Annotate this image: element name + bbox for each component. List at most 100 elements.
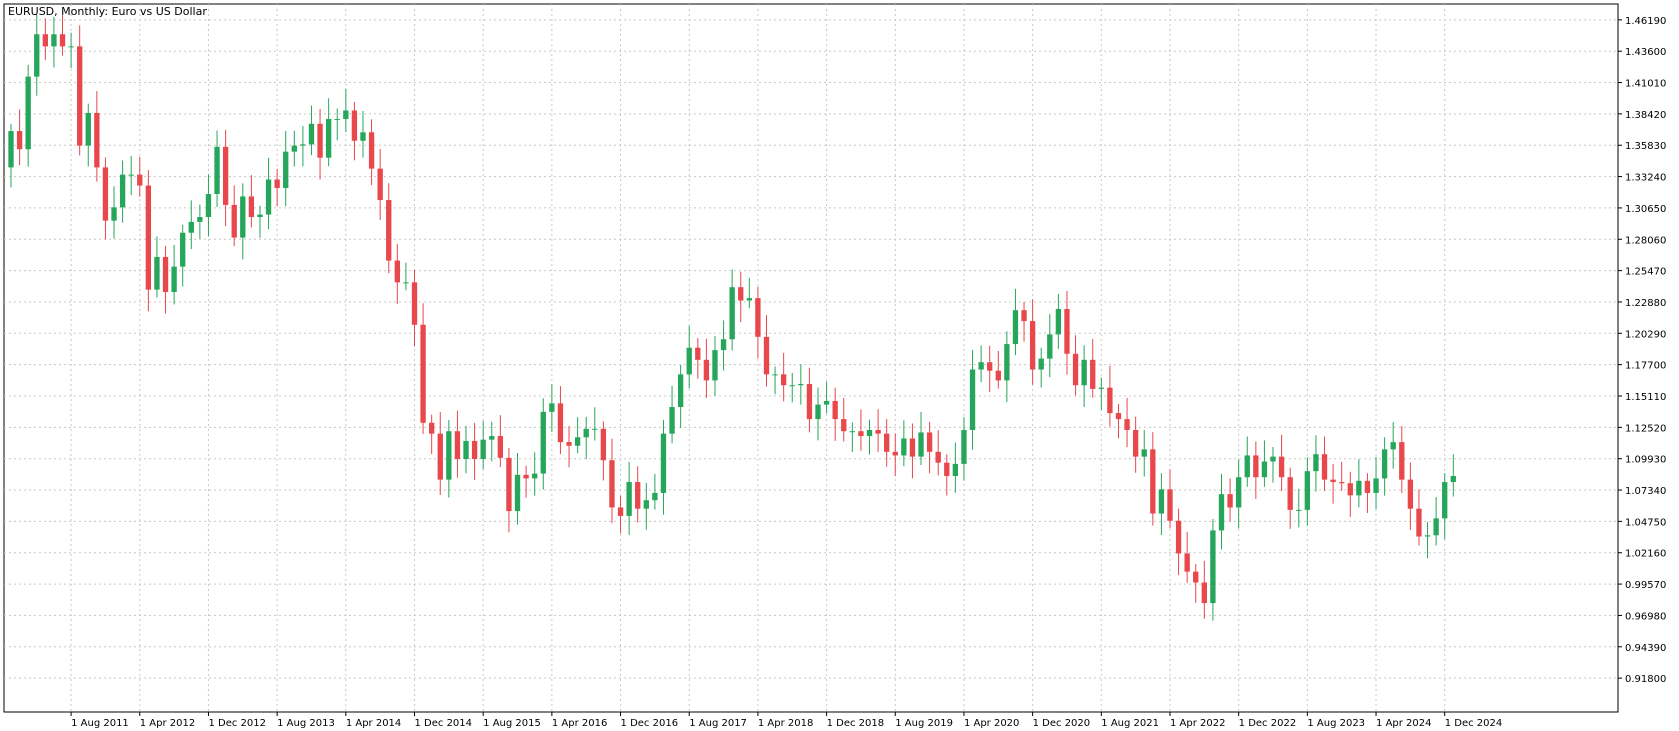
candle-body [815,404,821,420]
candle-body [892,451,898,456]
y-tick-label: 1.02160 [1625,549,1666,560]
candle-body [1236,477,1242,508]
x-tick-label: 1 Apr 2018 [758,718,813,729]
y-tick-label: 1.28060 [1625,235,1666,246]
x-tick-label: 1 Dec 2012 [208,718,266,729]
candle-body [695,347,701,360]
x-tick-label: 1 Aug 2013 [277,718,335,729]
candle-body [1407,479,1414,509]
candle-body [1004,344,1010,381]
candle-body [394,260,400,283]
candle-body [961,430,967,464]
candle-body [1029,321,1036,370]
chart-svg: 1.46190 1.43600 1.41010 1.38420 1.35830 1.332… [3,3,1666,729]
candle-body [283,151,289,188]
candle-body [549,403,555,412]
y-tick-label: 1.41010 [1625,79,1666,90]
candle-body [686,347,692,375]
candle-body [609,460,615,508]
candle-body [1339,482,1345,484]
candle-body [222,146,229,205]
candle-body [729,287,735,340]
candle-body [557,403,564,443]
candle-body [265,179,272,215]
candle-body [626,482,632,516]
candle-body [592,428,598,430]
chart-title: EURUSD, Monthly: Euro vs US Dollar [8,5,207,18]
y-tick-label: 0.94390 [1625,643,1666,654]
candle-body [386,200,392,261]
x-tick-label: 1 Aug 2015 [483,718,541,729]
candle-body [1098,387,1104,389]
candle-body [257,214,263,218]
candle-body [944,462,950,476]
candle-body [162,256,169,293]
candle-body [909,438,916,457]
candle-body [1064,308,1070,354]
candle-body [823,400,830,405]
candle-body [926,432,933,452]
candle-body [635,482,641,509]
x-tick-label: 1 Aug 2017 [689,718,747,729]
candle-body [1227,494,1233,508]
x-tick-label: 1 Aug 2023 [1307,718,1365,729]
candle-body [1433,518,1439,536]
candle-body [1296,509,1302,511]
candle-body [540,411,546,474]
y-tick-label: 1.30650 [1625,204,1666,215]
candle-body [351,110,358,141]
candle-body [51,34,57,47]
candle-body [1373,478,1379,493]
x-tick-label: 1 Aug 2021 [1101,718,1159,729]
x-tick-label: 1 Dec 2018 [827,718,885,729]
candle-body [16,131,23,150]
candle-body [171,266,177,293]
candle-body [1090,359,1096,389]
candle-body [789,385,795,387]
candle-body [334,118,340,120]
candle-body [85,112,91,146]
x-tick-label: 1 Apr 2024 [1376,718,1431,729]
candle-body [712,350,718,381]
candle-body [832,400,838,420]
candle-body [514,474,521,512]
candle-body [884,433,890,452]
candle-body [806,384,813,420]
y-tick-label: 1.25470 [1625,267,1666,278]
candle-body [137,174,143,186]
candle-body [1193,571,1199,583]
candle-body [59,34,66,47]
candle-body [1330,479,1336,483]
y-tick-label: 1.15110 [1625,392,1666,403]
candle-body [875,430,881,434]
candle-body [1347,483,1353,496]
candle-body [291,145,297,152]
candle-body [987,362,993,371]
candle-body [566,442,572,446]
candle-body [480,439,486,460]
candle-body [1158,489,1165,514]
candle-body [205,194,212,218]
candle-body [901,438,907,456]
candle-body [42,34,49,47]
x-tick-label: 1 Dec 2024 [1445,718,1503,729]
candle-body [532,473,538,479]
candle-body [128,174,134,176]
y-tick-label: 1.09930 [1625,455,1666,466]
candle-body [119,174,126,208]
y-tick-label: 1.33240 [1625,173,1666,184]
candle-body [952,463,959,476]
candle-body [1141,449,1147,457]
candle-body [1021,310,1027,322]
candle-body [1167,489,1173,521]
y-tick-label: 1.20290 [1625,329,1666,340]
candle-body [300,144,306,146]
candle-body [669,407,675,434]
candle-body [1124,419,1130,431]
candle-body [274,179,280,188]
candle-body [755,298,761,337]
candle-body [1356,480,1362,496]
y-tick-label: 0.99570 [1625,580,1666,591]
candle-body [935,451,941,463]
candle-body [1261,461,1268,478]
